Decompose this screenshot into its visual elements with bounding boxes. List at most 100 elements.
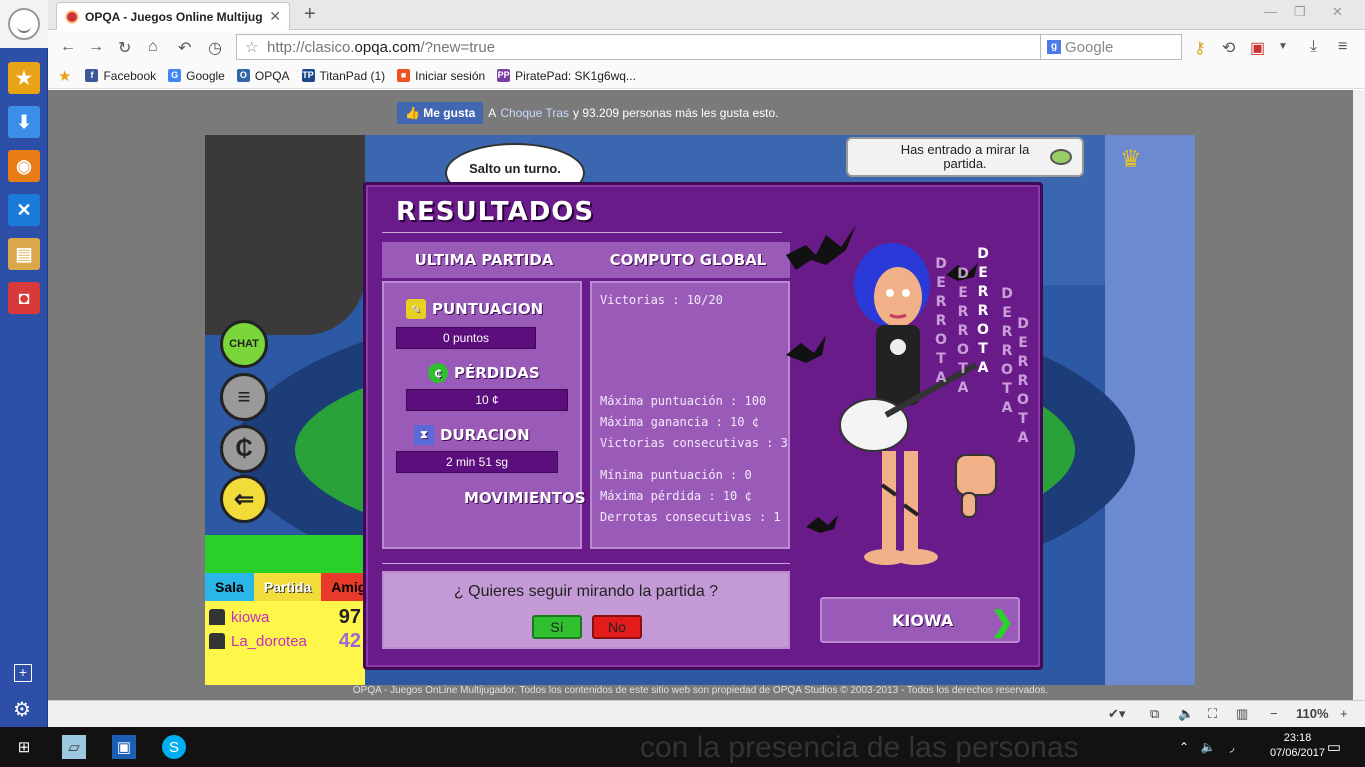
global-victories: Victorias : 10/20 xyxy=(600,293,723,307)
defeat-stamp-2: DERROTA xyxy=(957,266,969,396)
notepad-icon[interactable]: ▱ xyxy=(62,735,86,759)
tray-chevron-icon[interactable]: ⌃ xyxy=(1172,735,1196,759)
skype-icon[interactable]: S xyxy=(162,735,186,759)
downloads-icon[interactable]: ⤓ xyxy=(1310,38,1317,56)
opqa-icon: O xyxy=(236,69,250,82)
undo-close-icon[interactable]: ↶ xyxy=(178,38,191,58)
minimize-icon[interactable]: — xyxy=(1264,4,1277,19)
rss-feed-icon[interactable]: ◉ xyxy=(8,150,40,182)
facebook-like-button[interactable]: 👍 Me gusta xyxy=(397,102,484,124)
system-clock[interactable]: 23:18 07/06/2017 xyxy=(1270,731,1325,761)
download-arrow-icon[interactable]: ⬇ xyxy=(8,106,40,138)
list-item[interactable]: kiowa 97 xyxy=(209,605,365,629)
clock-time: 23:18 xyxy=(1283,732,1312,744)
global-header: COMPUTO GLOBAL xyxy=(609,251,767,269)
defeat-stamp-5: DERROTA xyxy=(1017,316,1029,446)
key-icon[interactable]: ⚷ xyxy=(1194,38,1206,58)
add-panel-icon[interactable]: + xyxy=(14,664,32,682)
reload-icon[interactable]: ↻ xyxy=(118,38,131,58)
coin-icon: ₵ xyxy=(428,363,448,383)
no-button[interactable]: No xyxy=(592,615,642,639)
dialog-title: RESULTADOS xyxy=(396,197,595,227)
next-arrow-icon: ❯ xyxy=(990,606,1014,637)
tray-network-icon[interactable]: ◞ xyxy=(1220,735,1244,759)
player-score: 42 xyxy=(338,629,361,652)
facebook-like-row: 👍 Me gusta A Choque Tras y 93.209 person… xyxy=(397,102,778,124)
volume-icon[interactable]: 🔈 xyxy=(1178,706,1194,722)
gamepad-icon[interactable]: ◘ xyxy=(8,282,40,314)
list-item[interactable]: La_dorotea 42 xyxy=(209,629,365,653)
hourglass-icon: ⧗ xyxy=(414,425,434,445)
split-view-icon[interactable]: ▥ xyxy=(1236,706,1248,722)
zoom-level[interactable]: 110% xyxy=(1296,706,1329,721)
home-icon[interactable]: ⌂ xyxy=(148,38,158,56)
fb-friend-link[interactable]: Choque Tras xyxy=(500,106,569,120)
close-window-icon[interactable]: ✕ xyxy=(1332,4,1343,20)
bookmark-4[interactable]: ■ Iniciar sesión xyxy=(397,69,485,83)
tab-sala-label: Sala xyxy=(215,579,244,595)
search-engine-icon[interactable]: g xyxy=(1047,40,1061,54)
page-actions-icon[interactable]: ✔▾ xyxy=(1108,706,1125,722)
back-icon[interactable]: ← xyxy=(60,38,76,56)
bookmark-label: Facebook xyxy=(103,68,157,83)
exit-button[interactable]: ⇐ xyxy=(220,475,268,523)
fullscreen-icon[interactable]: ⛶ xyxy=(1208,706,1217,722)
scoreboard-button[interactable]: ≡ xyxy=(220,373,268,421)
score-label: ✎ PUNTUACION xyxy=(406,299,543,319)
bookmark-5[interactable]: PP PiratePad: SK1g6wq... xyxy=(497,69,636,83)
bookmark-2[interactable]: O OPQA xyxy=(236,69,290,83)
address-bar[interactable]: ☆ http://clasico.opqa.com/?new=true ✔ ▼ xyxy=(236,34,1084,60)
fb-text-a: A xyxy=(488,106,497,120)
yes-button[interactable]: Sí xyxy=(532,615,582,639)
thumbs-down-icon xyxy=(955,454,997,496)
search-input[interactable]: g Google xyxy=(1040,34,1182,60)
browser-status-bar: ✔▾ ⧉ 🔈 ⛶ ▥ − 110% + xyxy=(48,700,1365,727)
maximize-icon[interactable]: ❐ xyxy=(1294,4,1306,20)
crown-icon: ♛ xyxy=(1120,146,1142,173)
search-placeholder: Google xyxy=(1065,38,1114,56)
defeat-stamp-3: DERROTA xyxy=(977,246,989,376)
history-icon[interactable]: ◷ xyxy=(208,38,222,58)
page-scrollbar[interactable] xyxy=(1353,90,1365,700)
player-hat-icon xyxy=(209,609,225,625)
ad-block-icon[interactable]: ▣ xyxy=(1250,38,1265,58)
bookmark-1[interactable]: G Google xyxy=(168,69,225,83)
notifications-icon[interactable]: ▭ xyxy=(1322,735,1346,759)
tab-partida[interactable]: Partida xyxy=(253,573,322,601)
tray-volume-icon[interactable]: 🔈 xyxy=(1196,735,1220,759)
maxthon-icon[interactable]: ▣ xyxy=(112,735,136,759)
menu-dropdown-icon[interactable]: ▼ xyxy=(1278,41,1288,52)
active-tab[interactable]: OPQA - Juegos Online Multijuga... ✕ xyxy=(56,2,290,30)
forward-icon[interactable]: → xyxy=(88,38,104,56)
notes-icon[interactable]: ▤ xyxy=(8,238,40,270)
credits-button[interactable]: ₵ xyxy=(220,425,268,473)
tile-icon[interactable]: ⧉ xyxy=(1150,706,1159,722)
zoom-out-icon[interactable]: − xyxy=(1270,706,1278,721)
settings-gear-icon[interactable]: ⚙ xyxy=(13,697,31,722)
bookmark-0[interactable]: f Facebook xyxy=(85,69,156,83)
tools-icon[interactable]: ✕ xyxy=(8,194,40,226)
dialog-divider xyxy=(382,563,790,564)
continue-question: ¿ Quieres seguir mirando la partida ? xyxy=(453,583,719,600)
sync-icon[interactable]: ⟲ xyxy=(1222,38,1235,58)
new-tab-button[interactable]: + xyxy=(304,3,316,26)
google-icon: G xyxy=(168,69,182,82)
windows-start-icon[interactable]: ⊞ xyxy=(12,735,36,759)
results-dialog: RESULTADOS ULTIMA PARTIDA COMPUTO GLOBAL… xyxy=(363,182,1043,670)
global-panel: Victorias : 10/20 Máxima puntuación : 10… xyxy=(590,281,790,549)
watching-notice-text: Has entrado a mirar la partida. xyxy=(900,142,1030,171)
main-menu-icon[interactable]: ≡ xyxy=(1338,38,1347,56)
copyright-footer: OPQA - Juegos OnLine Multijugador. Todos… xyxy=(352,685,1049,696)
chat-button[interactable]: CHAT xyxy=(220,320,268,368)
browser-sidebar: ★ ⬇ ◉ ✕ ▤ ◘ + ⚙ xyxy=(0,0,48,727)
score-label-text: PUNTUACION xyxy=(432,300,544,318)
bookmarks-star-icon[interactable]: ★ xyxy=(8,62,40,94)
bookmarks-star-icon[interactable]: ★ xyxy=(58,67,71,85)
bookmark-star-icon[interactable]: ☆ xyxy=(245,38,258,56)
bookmark-3[interactable]: TP TitanPad (1) xyxy=(301,69,385,83)
tab-sala[interactable]: Sala xyxy=(205,573,254,601)
browser-logo[interactable] xyxy=(0,0,48,48)
zoom-in-icon[interactable]: + xyxy=(1340,706,1348,721)
close-tab-icon[interactable]: ✕ xyxy=(269,8,281,25)
next-player-button[interactable]: KIOWA ❯ xyxy=(820,597,1020,643)
